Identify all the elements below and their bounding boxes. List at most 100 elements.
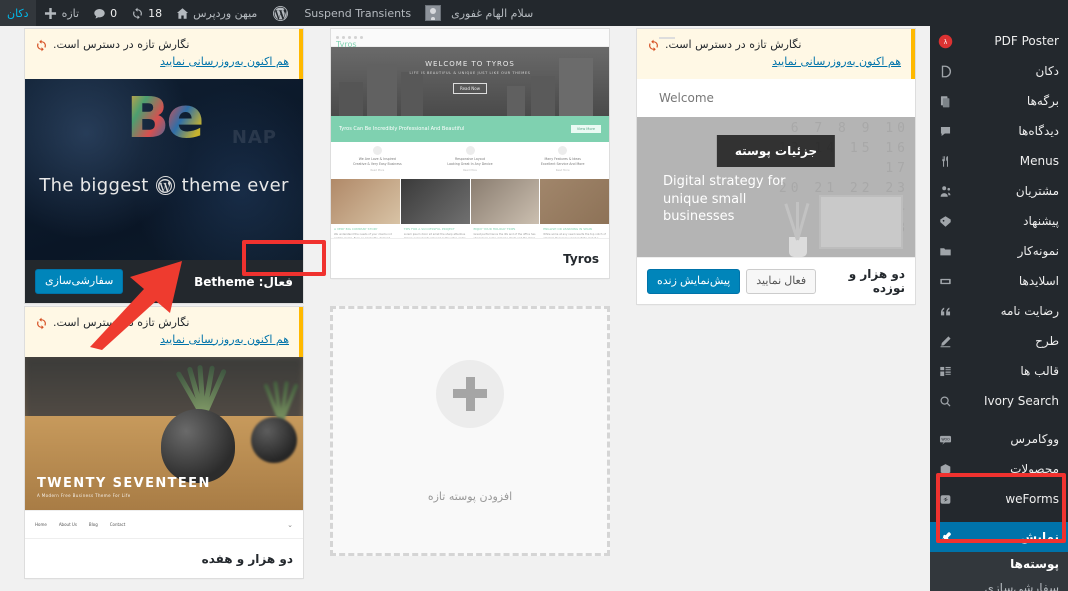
theme-screenshot-tyros[interactable]: Tyros WELCOME TO TYROS LIFE IS BEAUTIFUL… [331,29,609,238]
sidebar-item-woocommerce[interactable]: WOO ووکامرس [930,424,1068,454]
sidebar-item-design[interactable]: طرح [930,326,1068,356]
betheme-logo: Be [126,86,205,151]
tile-item: TIPS FOR A SUCCESSFUL PROJECT Lorem ipsu… [400,179,470,238]
theme-screenshot-twenty-seventeen[interactable]: TWENTY SEVENTEEN A Modern Free Business … [25,357,303,538]
dokan-d-icon [936,64,954,79]
admin-bar-dokan[interactable]: دکان [0,0,36,26]
sidebar-item-label: weForms [1005,492,1059,506]
admin-bar-new-content[interactable]: تازه [36,0,87,26]
preview-subtitle: A Modern Free Business Theme For Life [37,493,131,498]
tile-title: A VERY BIG COMPANY STORY [334,227,378,231]
theme-update-notice: نگارش تازه در دسترس است. هم اکنون به‌روز… [25,307,303,357]
add-new-theme-card[interactable]: افزودن پوسته تازه [330,306,610,556]
theme-card-footer: دو هزار و هفده [25,538,303,578]
tile-title: TIPS FOR A SUCCESSFUL PROJECT [403,227,455,231]
update-now-link[interactable]: هم اکنون به‌روزرسانی نمایید [647,54,901,71]
update-available-icon [35,317,48,330]
admin-bar-suspend-transients[interactable]: Suspend Transients [297,0,418,26]
plant-pot-graphic [161,409,235,483]
sidebar-item-portfolio[interactable]: نمونه‌کار [930,236,1068,266]
live-preview-button[interactable]: پیش‌نمایش زنده [647,268,741,294]
tile-body: We understand the needs of your clients … [334,233,392,238]
sidebar-item-templates[interactable]: قالب ها [930,356,1068,386]
monitor-graphic [819,195,903,249]
browser-chrome-bar [331,29,609,47]
theme-card-twenty-seventeen[interactable]: نگارش تازه در دسترس است. هم اکنون به‌روز… [24,306,304,579]
themes-grid: نگارش تازه در دسترس است. هم اکنون به‌روز… [0,26,930,579]
theme-card-tyros[interactable]: Tyros WELCOME TO TYROS LIFE IS BEAUTIFUL… [330,28,610,279]
theme-preview-welcome-header: Welcome [637,37,915,117]
tile-body: Great performance the life and of the of… [473,233,536,238]
tyros-features-row: We Are Love & Inspired Creative & Very E… [331,142,609,179]
svg-text:λ: λ [943,39,947,46]
tile-item: ENJOY YOUR HOLIDAY TRIPS Great performan… [470,179,540,238]
active-theme-label: فعال: Betheme [194,274,293,289]
tile-body: While some at any need results the top n… [543,233,606,238]
add-new-theme-label: افزودن پوسته تازه [427,489,513,503]
sidebar-item-customers[interactable]: مشتریان [930,176,1068,206]
tyros-hero-section: WELCOME TO TYROS LIFE IS BEAUTIFUL & UNI… [331,47,609,116]
theme-update-notice: نگارش تازه در دسترس است. هم اکنون به‌روز… [637,29,915,79]
theme-card-twenty-nineteen[interactable]: نگارش تازه در دسترس است. هم اکنون به‌روز… [636,28,916,305]
background-pot-graphic [251,417,297,463]
feature-icon [372,146,382,155]
weforms-icon [936,493,954,506]
theme-card-footer: دو هزار و نوزده پیش‌نمایش زنده فعال نمای… [637,257,915,304]
browser-dots-icon [336,36,609,39]
sidebar-item-appearance[interactable]: نمایش [922,522,1068,552]
feature-item: Many Features & Ideas Excellent Service … [516,142,609,179]
customers-icon [936,185,954,198]
portfolio-folder-icon [936,245,954,258]
admin-bar-comments[interactable]: 0 [86,0,124,26]
theme-actions: پیش‌نمایش زنده فعال نمایید [647,268,817,294]
submenu-item-themes[interactable]: پوسته‌ها [930,552,1068,576]
admin-bar-greeting[interactable]: سلام الهام غفوری [418,0,540,26]
tile-image [540,179,609,224]
admin-bar-updates[interactable]: 18 [124,0,169,26]
sidebar-item-label: برگه‌ها [1026,94,1059,108]
pages-icon [936,95,954,108]
nav-item: Contact [109,522,126,527]
sidebar-item-label: مشتریان [1015,184,1059,198]
theme-screenshot-twenty-nineteen[interactable]: 6 7 8 9 10 13 14 15 16 17 20 21 22 23 24… [637,117,915,257]
sidebar-item-offers[interactable]: پیشنهاد [930,206,1068,236]
sidebar-item-ivory-search[interactable]: Ivory Search [930,386,1068,416]
theme-details-button[interactable]: جزئیات پوسته [716,135,836,167]
testimonial-quote-icon [936,305,954,318]
customize-button[interactable]: سفارشی‌سازی [35,269,124,294]
sidebar-item-slides[interactable]: اسلایدها [930,266,1068,296]
update-notice-text: نگارش تازه در دسترس است. [53,38,190,51]
update-now-link[interactable]: هم اکنون به‌روزرسانی نمایید [35,54,289,71]
sidebar-item-pdf-poster[interactable]: λ PDF Poster [930,26,1068,56]
activate-button[interactable]: فعال نمایید [746,268,817,294]
appearance-brush-icon [936,531,954,544]
admin-bar: سلام الهام غفوری Suspend Transients میهن… [0,0,1068,26]
sidebar-item-dokan[interactable]: دکان [930,56,1068,86]
sidebar-item-label: نمونه‌کار [1017,244,1059,258]
admin-bar-site-home[interactable]: میهن وردپرس [169,0,264,26]
svg-text:WOO: WOO [941,437,950,441]
feature-sub: Creative & Very Easy Business [353,161,402,166]
sidebar-item-label: پیشنهاد [1023,214,1059,228]
hero-subtitle: LIFE IS BEAUTIFUL & UNIQUE JUST LIKE OUR… [409,71,531,75]
tile-image [400,179,470,224]
update-now-link[interactable]: هم اکنون به‌روزرسانی نمایید [35,332,289,349]
sidebar-item-menus[interactable]: Menus [930,146,1068,176]
hero-cta-button: Read Now [452,83,488,94]
update-available-icon [647,39,660,52]
appearance-submenu: پوسته‌ها سفارشی‌سازی ابزارک‌ها فهرست‌ها [930,552,1068,591]
restaurant-menu-icon [936,155,954,168]
home-icon [176,6,189,20]
wordpress-logo-icon[interactable] [264,0,297,26]
sidebar-item-testimonials[interactable]: رضایت نامه [930,296,1068,326]
theme-update-notice: نگارش تازه در دسترس است. هم اکنون به‌روز… [25,29,303,79]
sidebar-item-pages[interactable]: برگه‌ها [930,86,1068,116]
theme-card-footer-active: فعال: Betheme سفارشی‌سازی [25,260,303,303]
submenu-item-customize[interactable]: سفارشی‌سازی [930,576,1068,591]
theme-card-betheme[interactable]: نگارش تازه در دسترس است. هم اکنون به‌روز… [24,28,304,304]
sidebar-item-products[interactable]: محصولات [930,454,1068,484]
sidebar-item-weforms[interactable]: weForms [930,484,1068,514]
theme-screenshot-betheme[interactable]: NAP Be The biggest theme ever [25,79,303,260]
sidebar-item-label: PDF Poster [994,34,1059,48]
sidebar-item-comments[interactable]: دیدگاه‌ها [930,116,1068,146]
